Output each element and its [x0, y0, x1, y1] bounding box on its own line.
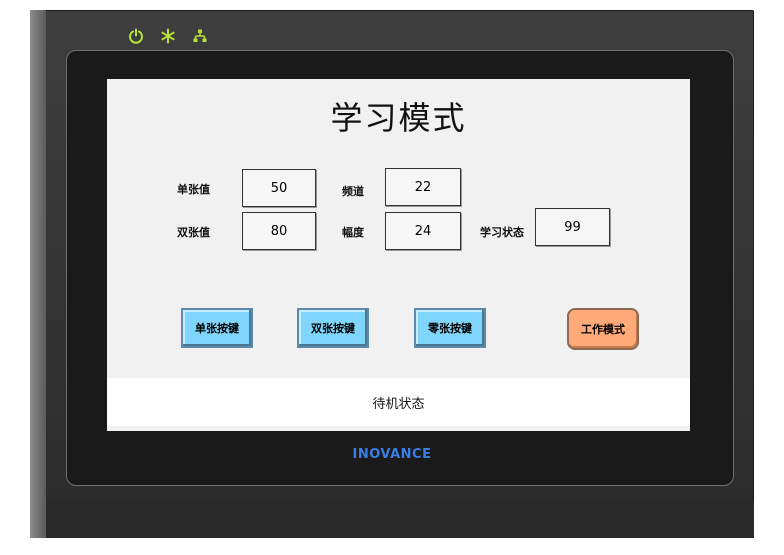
amplitude-field[interactable]: 24: [385, 212, 461, 250]
channel-label: 频道: [342, 185, 364, 198]
power-icon: [129, 28, 143, 44]
double-sheet-button[interactable]: 双张按键: [297, 308, 369, 348]
snowflake-icon: [161, 28, 175, 44]
network-icon: [193, 29, 207, 42]
hmi-screen: 学习模式 单张值 50 频道 22 双张值 80 幅度 24 学习状态 99 单…: [107, 79, 690, 431]
single-value-field[interactable]: 50: [242, 169, 316, 207]
brand-logo: INOVANCE: [352, 447, 432, 462]
double-value-label: 双张值: [177, 226, 210, 239]
learning-status-field[interactable]: 99: [535, 208, 610, 246]
amplitude-label: 幅度: [342, 226, 364, 239]
single-value-label: 单张值: [177, 183, 210, 196]
single-sheet-button[interactable]: 单张按键: [181, 308, 253, 348]
device-bottom: [46, 500, 754, 538]
channel-field[interactable]: 22: [385, 168, 461, 206]
learning-status-label: 学习状态: [480, 226, 524, 239]
status-text: 待机状态: [372, 396, 425, 412]
zero-sheet-button[interactable]: 零张按键: [414, 308, 486, 348]
page-title: 学习模式: [330, 99, 467, 137]
double-value-field[interactable]: 80: [242, 212, 316, 250]
work-mode-button[interactable]: 工作模式: [567, 308, 639, 350]
status-indicators: [128, 28, 208, 44]
status-bar: 待机状态: [107, 378, 690, 426]
